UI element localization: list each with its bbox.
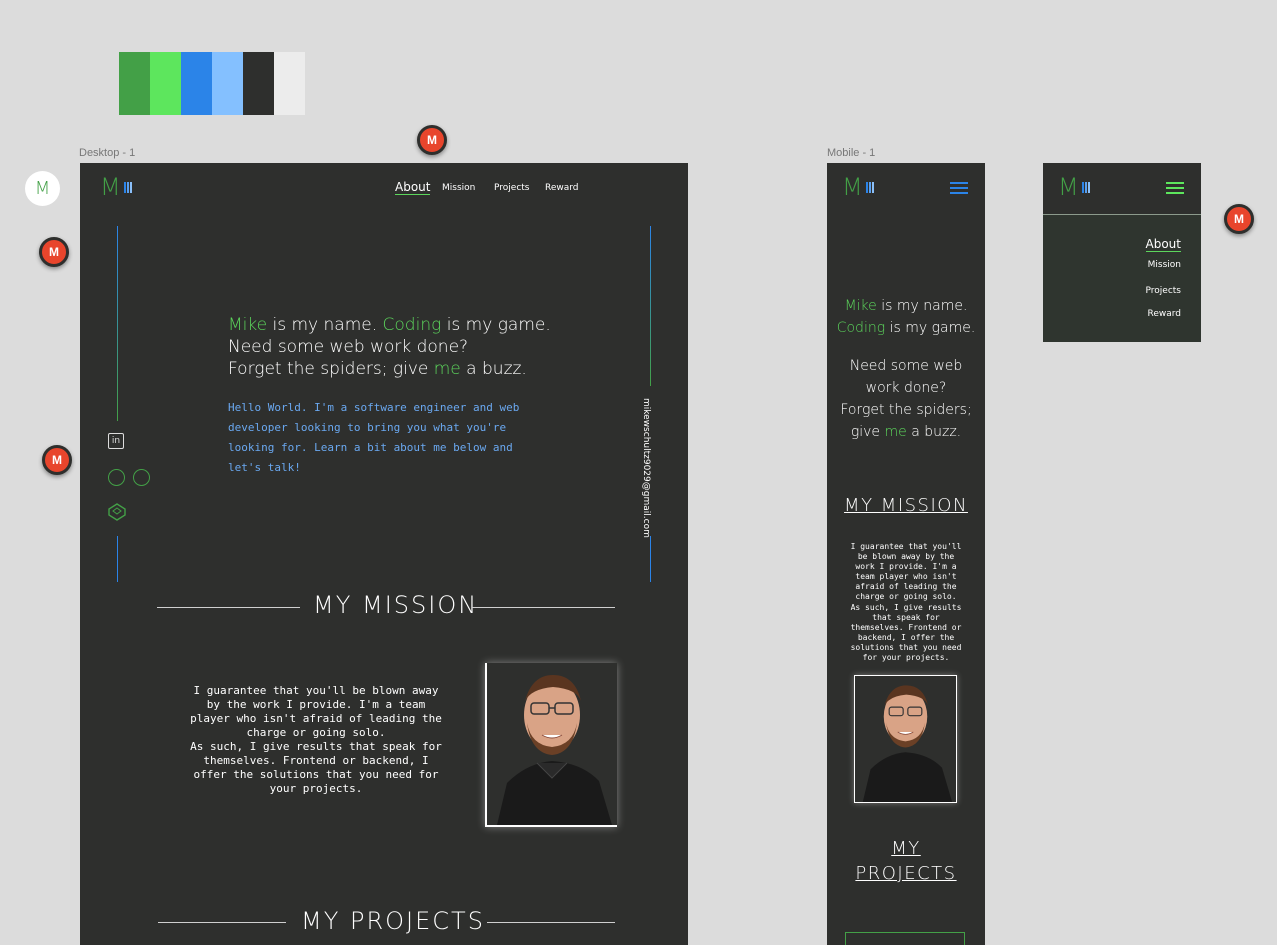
logo-bars-icon [123,181,132,193]
user-avatar[interactable]: M [25,171,60,206]
projects-heading: MY PROJECTS [301,907,485,935]
desktop-logo[interactable]: M [100,173,132,201]
hero-text: give [850,424,885,440]
logo-bars-icon [865,181,874,193]
mission-rule-right [472,607,615,608]
mobile-projects-heading-1: MY [891,838,921,859]
menu-item-mission[interactable]: Mission [1148,260,1181,270]
hero-text: is my name. [876,298,968,314]
codepen-icon[interactable] [108,503,126,521]
swatch-light-blue [212,52,243,115]
nav-projects[interactable]: Projects [494,183,529,193]
hero-line-1: Mike is my name. Coding is my game. [228,314,551,336]
mobile-frame: M Mike is my name. Coding is my game. Ne… [827,163,985,945]
comment-marker[interactable]: M [39,237,69,267]
comment-marker[interactable]: M [1224,204,1254,234]
hero-name: Mike [844,298,877,314]
hero-line-3: Need some web [849,358,963,374]
linkedin-icon[interactable]: in [108,433,124,449]
swatch-green [119,52,150,115]
hero-text: is my game. [885,320,976,336]
hero-line-3: Forget the spiders; give me a buzz. [228,358,551,380]
hero-intro: Hello World. I'm a software engineer and… [228,401,520,474]
mobile-frame-label[interactable]: Mobile - 1 [827,147,875,159]
hero-headline: Mike is my name. Coding is my game. Need… [228,314,551,380]
hero-line-2: Coding is my game. [827,317,985,339]
hero-name: Mike [228,315,268,335]
desktop-frame-label[interactable]: Desktop - 1 [79,147,135,159]
mission-paragraph-1: I guarantee that you'll be blown away by… [190,684,442,739]
comment-marker[interactable]: M [42,445,72,475]
projects-rule-right [487,922,615,923]
mobile-project-card[interactable] [845,932,965,945]
github-icon[interactable] [108,469,125,486]
email-link[interactable]: mikewschultz9029@gmail.com [641,398,651,538]
hero-text: a buzz. [460,359,527,379]
logo-letter: M [100,173,121,201]
mobile-projects-heading-2: PROJECTS [855,863,957,884]
hero-coding: Coding [836,320,886,336]
nav-mission[interactable]: Mission [442,183,475,193]
projects-rule-left [158,922,286,923]
menu-item-reward[interactable]: Reward [1147,309,1181,319]
mission-heading: MY MISSION [313,591,479,619]
menu-logo[interactable]: M [1058,173,1090,201]
portrait-illustration [497,675,612,825]
desktop-frame: M About Mission Projects Reward in mikew… [80,163,688,945]
left-divider-bottom [117,536,118,582]
swatch-light [274,52,305,115]
right-divider-top [650,226,651,386]
portrait-illustration [862,685,953,802]
swatch-blue [181,52,212,115]
right-divider-bottom [650,536,651,582]
logo-bars-icon [1081,181,1090,193]
hero-line-4: work done? [865,380,947,396]
mobile-menu-frame: M About Mission Projects Reward [1043,163,1201,342]
menu-item-about[interactable]: About [1145,237,1181,252]
nav-reward[interactable]: Reward [545,183,579,193]
hero-line-5: Forget the spiders; [840,402,972,418]
mission-paragraph-2: As such, I give results that speak for t… [190,740,442,795]
swatch-light-green [150,52,181,115]
comment-marker[interactable]: M [417,125,447,155]
mobile-hero: Mike is my name. Coding is my game. Need… [827,295,985,443]
nav-about[interactable]: About [395,180,431,195]
mobile-profile-photo [854,675,957,803]
hero-text: a buzz. [906,424,962,440]
left-divider-top [117,226,118,421]
hero-line-1: Mike is my name. [827,295,985,317]
swatch-dark [243,52,274,115]
hero-me: me [884,424,907,440]
hero-text: is my name. [267,315,383,335]
mobile-mission-paragraph-1: I guarantee that you'll be blown away by… [850,542,962,601]
hero-line-6: give me a buzz. [827,421,985,443]
hero-me: me [433,359,461,379]
logo-letter: M [842,173,863,201]
mobile-logo[interactable]: M [842,173,874,201]
hero-coding: Coding [382,315,442,335]
hamburger-menu-icon[interactable] [950,182,968,197]
profile-photo [485,663,617,827]
mobile-mission-heading: MY MISSION [844,495,968,516]
hero-text: Forget the spiders; give [228,359,434,379]
mobile-mission-paragraph-2: As such, I give results that speak for t… [850,603,962,662]
hamburger-menu-icon[interactable] [1166,182,1184,197]
menu-item-projects[interactable]: Projects [1146,286,1181,296]
github-icon[interactable] [133,469,150,486]
hero-text: is my game. [441,315,551,335]
mission-rule-left [157,607,300,608]
hero-line-2: Need some web work done? [228,337,469,357]
logo-letter: M [1058,173,1079,201]
